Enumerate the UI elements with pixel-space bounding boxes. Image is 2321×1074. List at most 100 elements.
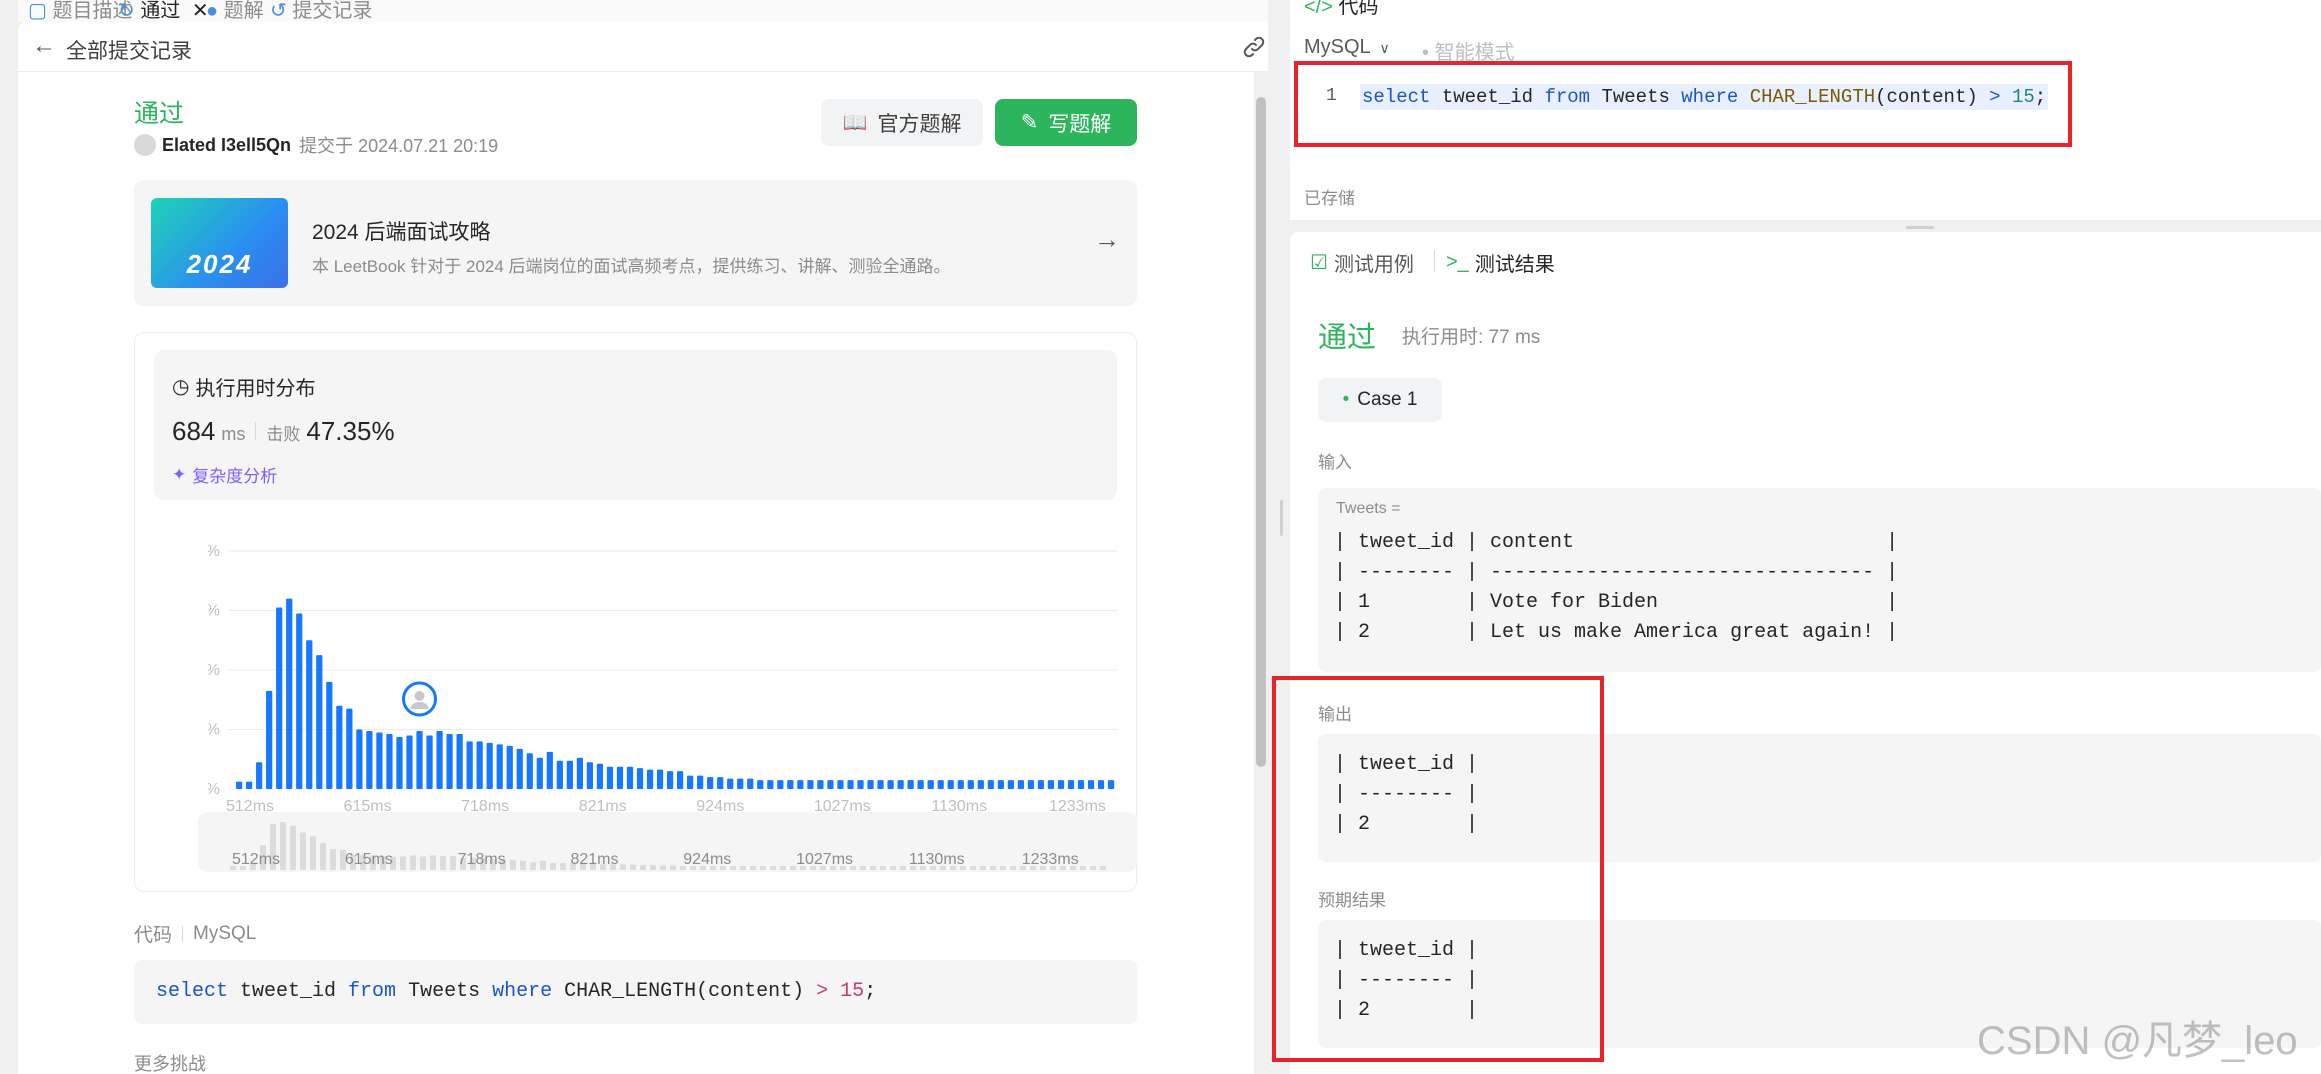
overview-bar xyxy=(790,866,796,870)
chart-bar xyxy=(817,780,824,789)
submission-meta: Elated I3ell5Qn 提交于 2024.07.21 20:19 xyxy=(134,132,498,158)
chart-bar xyxy=(616,766,624,789)
overview-bar xyxy=(640,865,646,870)
overview-bar xyxy=(520,861,526,870)
chart-bar xyxy=(857,780,864,789)
overview-bar xyxy=(290,825,296,870)
overview-bar xyxy=(430,855,436,870)
dot-icon: • xyxy=(1342,389,1350,410)
banner-title: 2024 后端面试攻略 xyxy=(312,221,491,244)
input-label: 输入 xyxy=(1318,453,1352,472)
overview-bar xyxy=(310,836,316,870)
code-icon: </> xyxy=(1304,0,1333,18)
chart-bar xyxy=(536,757,543,789)
chart-bar xyxy=(1077,780,1085,789)
overview-bar xyxy=(660,865,666,870)
link-icon[interactable] xyxy=(1242,36,1266,58)
chart-bar xyxy=(1007,780,1014,789)
case-1-button[interactable]: • Case 1 xyxy=(1318,378,1442,422)
banner-thumbnail: 2024 xyxy=(151,198,288,288)
marker-avatar-head xyxy=(414,690,425,701)
input-table: | tweet_id | content | | -------- | ----… xyxy=(1334,531,1899,644)
chart-bar xyxy=(737,778,744,789)
chart-bar xyxy=(506,745,513,789)
chart-bar xyxy=(326,681,333,789)
overview-bar xyxy=(400,856,406,870)
chart-bar xyxy=(1107,780,1115,789)
chart-bar xyxy=(717,777,724,789)
chart-bar xyxy=(396,736,403,789)
overview-bar xyxy=(540,860,546,870)
arrow-right-icon[interactable]: → xyxy=(1094,224,1120,255)
overview-bar xyxy=(550,862,556,870)
result-runtime: 执行用时: 77 ms xyxy=(1402,327,1541,348)
tab-testcase[interactable]: ☑ 测试用例 xyxy=(1310,248,1414,277)
chart-bar xyxy=(466,741,473,789)
chart-bar xyxy=(827,780,834,789)
overview-tick-label: 1027ms xyxy=(796,851,853,868)
all-submissions-link[interactable]: 全部提交记录 xyxy=(66,35,192,65)
overview-tick-label: 1233ms xyxy=(1022,851,1079,868)
chart-bar xyxy=(416,730,423,789)
tab-result[interactable]: >_ 测试结果 xyxy=(1446,248,1555,277)
overview-bar xyxy=(450,856,456,870)
chart-bar xyxy=(426,735,433,789)
chart-bar xyxy=(386,733,393,789)
chart-bar xyxy=(727,778,734,789)
user-name[interactable]: Elated I3ell5Qn xyxy=(162,135,291,156)
tab-pass[interactable]: ↻ 通过 ✕ xyxy=(118,0,209,22)
chart-bar xyxy=(987,780,994,789)
chart-bar xyxy=(1017,780,1024,789)
saved-status: 已存储 xyxy=(1304,189,1355,208)
overview-tick-label: 718ms xyxy=(458,851,506,868)
leetbook-banner[interactable]: 2024 2024 后端面试攻略 本 LeetBook 针对于 2024 后端岗… xyxy=(134,180,1137,306)
panel-resize-handle[interactable] xyxy=(1278,500,1286,536)
chart-bar xyxy=(476,741,483,789)
write-solution-button[interactable]: ✎ 写题解 xyxy=(995,99,1137,146)
chart-bar xyxy=(927,780,934,789)
overview-bar xyxy=(510,859,516,870)
overview-bar xyxy=(620,864,626,870)
chart-overview: 512ms 615ms 718ms 821ms 924ms 1027ms 1130ms 123… xyxy=(230,822,1106,870)
chevron-down-icon: ∨ xyxy=(1379,40,1390,56)
chart-bar xyxy=(316,655,323,789)
chart-bar xyxy=(847,780,854,789)
chart-bar xyxy=(596,763,604,789)
banner-description: 本 LeetBook 针对于 2024 后端岗位的面试高频考点，提供练习、讲解、… xyxy=(312,257,951,276)
input-variable: Tweets = xyxy=(1336,500,1401,517)
language-select[interactable]: MySQL ∨ xyxy=(1304,36,1390,59)
output-highlight-box xyxy=(1272,676,1604,1062)
chart-bar xyxy=(1037,780,1045,789)
chart-bar xyxy=(787,780,794,789)
chart-bar xyxy=(677,771,684,789)
chart-bar xyxy=(546,751,553,789)
vertical-resize-handle[interactable] xyxy=(1906,226,1934,229)
chart-bar xyxy=(626,766,634,789)
description-icon: ▢ xyxy=(28,0,47,22)
left-scrollbar-thumb[interactable] xyxy=(1256,97,1266,767)
tab-history[interactable]: ↺ 提交记录 xyxy=(270,0,372,22)
chart-bar xyxy=(646,769,654,789)
overview-tick-label: 615ms xyxy=(345,851,393,868)
chart-bar xyxy=(256,762,263,789)
chart-bar xyxy=(276,607,283,789)
chart-bar xyxy=(957,780,964,789)
overview-bar xyxy=(650,865,656,870)
sparkle-icon: ✦ xyxy=(172,464,187,484)
overview-bar xyxy=(970,866,976,870)
complexity-analysis-link[interactable]: ✦ 复杂度分析 xyxy=(172,462,277,487)
chart-bar xyxy=(446,733,453,789)
chart-bar xyxy=(666,771,674,789)
official-solution-button[interactable]: 📖 官方题解 xyxy=(821,99,983,146)
editor-tab[interactable]: </> 代码 xyxy=(1304,0,1378,19)
chart-bar xyxy=(877,780,884,789)
beats-label: 击败 xyxy=(266,425,301,444)
overview-bar xyxy=(320,843,326,870)
runtime-title: 执行用时分布 xyxy=(195,378,316,400)
overview-bar xyxy=(760,866,766,870)
tab-description[interactable]: ▢ 题目描述 xyxy=(28,0,132,22)
overview-bar xyxy=(860,866,866,870)
back-arrow-icon[interactable]: ← xyxy=(32,32,56,60)
tab-solution[interactable]: ● 题解 xyxy=(206,0,264,22)
overview-bar xyxy=(770,866,776,870)
